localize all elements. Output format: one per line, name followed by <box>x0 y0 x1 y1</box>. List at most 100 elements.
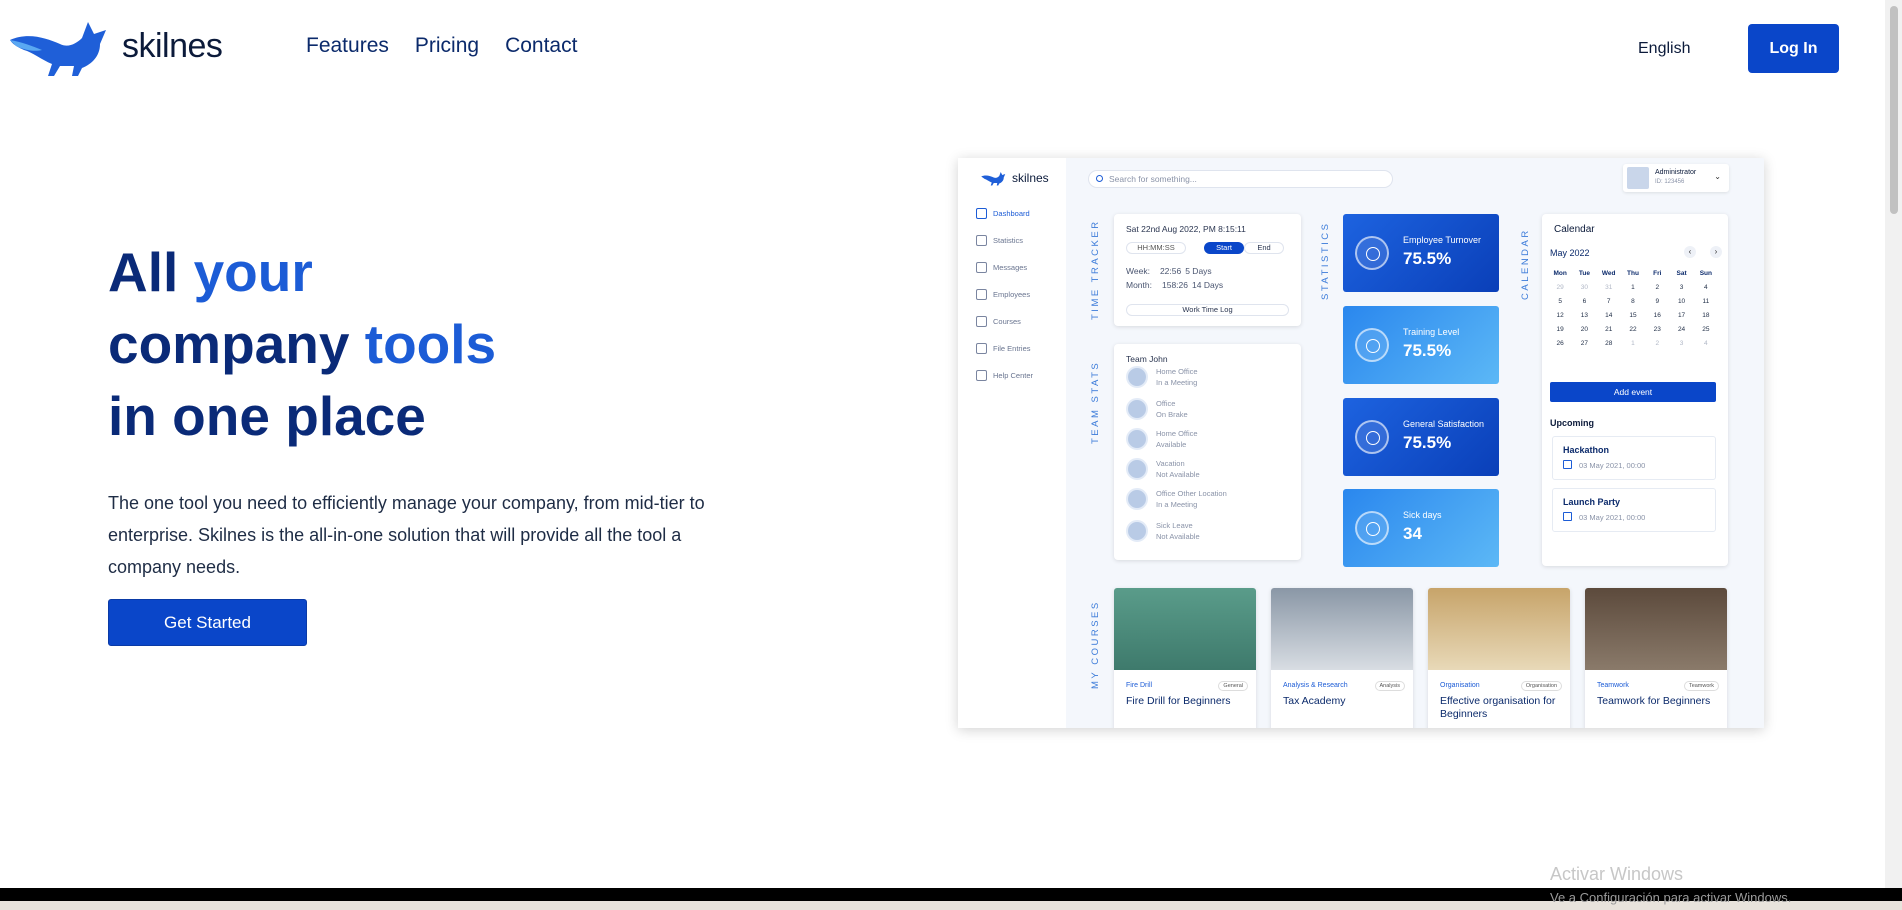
calendar-day[interactable]: 18 <box>1694 312 1718 319</box>
member-place: Office <box>1156 399 1176 408</box>
course-image <box>1428 588 1570 670</box>
hero-title: All your company tools in one place <box>108 236 496 452</box>
calendar-day[interactable]: 5 <box>1548 298 1572 305</box>
mock-search-input[interactable]: Search for something... <box>1088 170 1393 188</box>
team-member[interactable]: Sick Leave Not Available <box>1126 520 1200 542</box>
admin-menu[interactable]: Administrator ID: 123456 ⌄ <box>1623 164 1729 192</box>
activation-watermark-sub: Ve a Configuración para activar Windows. <box>1550 890 1792 905</box>
calendar-day[interactable]: 16 <box>1645 312 1669 319</box>
team-member[interactable]: Office On Brake <box>1126 398 1188 420</box>
calendar-day[interactable]: 26 <box>1548 340 1572 347</box>
sidebar-item-courses[interactable]: Courses <box>976 316 1021 327</box>
get-started-button[interactable]: Get Started <box>108 599 307 646</box>
calendar-day[interactable]: 19 <box>1548 326 1572 333</box>
calendar-day[interactable]: 27 <box>1572 340 1596 347</box>
stat-card[interactable]: Sick days 34 <box>1343 489 1499 567</box>
calendar-title: Calendar <box>1554 224 1595 235</box>
calendar-day[interactable]: 3 <box>1669 340 1693 347</box>
stat-card[interactable]: General Satisfaction 75.5% <box>1343 398 1499 476</box>
calendar-day[interactable]: 21 <box>1597 326 1621 333</box>
team-member[interactable]: Vacation Not Available <box>1126 458 1200 480</box>
calendar-day[interactable]: 10 <box>1669 298 1693 305</box>
login-button[interactable]: Log In <box>1748 24 1839 73</box>
calendar-day[interactable]: 13 <box>1572 312 1596 319</box>
stat-card[interactable]: Employee Turnover 75.5% <box>1343 214 1499 292</box>
calendar-day[interactable]: 24 <box>1669 326 1693 333</box>
month-label: Month: <box>1126 280 1152 290</box>
sidebar-item-file-entries[interactable]: File Entries <box>976 343 1031 354</box>
month-time: 158:26 <box>1162 280 1188 290</box>
nav-contact[interactable]: Contact <box>505 34 577 58</box>
course-card[interactable]: Teamwork Teamwork Teamwork for Beginners <box>1585 588 1727 728</box>
calendar-day[interactable]: 20 <box>1572 326 1596 333</box>
search-placeholder: Search for something... <box>1109 174 1197 184</box>
stat-card[interactable]: Training Level 75.5% <box>1343 306 1499 384</box>
course-card[interactable]: Organisation Organisation Effective organi… <box>1428 588 1570 728</box>
calendar-day[interactable]: 4 <box>1694 284 1718 291</box>
member-place: Home Office <box>1156 429 1198 438</box>
work-time-log-button[interactable]: Work Time Log <box>1126 304 1289 316</box>
statistics-icon <box>976 235 987 246</box>
course-card[interactable]: Analysis & Research Analysis Tax Academy <box>1271 588 1413 728</box>
calendar-day[interactable]: 15 <box>1621 312 1645 319</box>
course-category: Organisation <box>1440 682 1480 689</box>
calendar-day[interactable]: 23 <box>1645 326 1669 333</box>
calendar-day[interactable]: 28 <box>1597 340 1621 347</box>
calendar-day[interactable]: 22 <box>1621 326 1645 333</box>
fox-logo-icon <box>981 172 1006 186</box>
calendar-day[interactable]: 17 <box>1669 312 1693 319</box>
calendar-day[interactable]: 30 <box>1572 284 1596 291</box>
sidebar-item-messages[interactable]: Messages <box>976 262 1027 273</box>
sidebar-item-statistics[interactable]: Statistics <box>976 235 1023 246</box>
sidebar-item-dashboard[interactable]: Dashboard <box>976 208 1030 219</box>
nav-features[interactable]: Features <box>306 34 389 58</box>
calendar-day[interactable]: 7 <box>1597 298 1621 305</box>
course-image <box>1585 588 1727 670</box>
start-button[interactable]: Start <box>1204 242 1244 254</box>
chevron-left-icon[interactable]: ‹ <box>1684 246 1696 258</box>
mock-logo: skilnes <box>980 170 1049 186</box>
course-tag: Analysis <box>1374 681 1405 691</box>
calendar-day[interactable]: 2 <box>1645 340 1669 347</box>
calendar-day[interactable]: 12 <box>1548 312 1572 319</box>
avatar <box>1126 366 1148 388</box>
calendar-day[interactable]: 25 <box>1694 326 1718 333</box>
sidebar-item-employees[interactable]: Employees <box>976 289 1030 300</box>
nav-pricing[interactable]: Pricing <box>415 34 479 58</box>
mock-sidebar: skilnes Dashboard Statistics Messages Em… <box>958 158 1066 728</box>
calendar-day[interactable]: 8 <box>1621 298 1645 305</box>
calendar-day[interactable]: 1 <box>1621 340 1645 347</box>
calendar-day[interactable]: 3 <box>1669 284 1693 291</box>
label-calendar: CALENDAR <box>1520 228 1531 300</box>
search-icon <box>1096 175 1103 182</box>
course-card[interactable]: Fire Drill General Fire Drill for Beginner… <box>1114 588 1256 728</box>
calendar-day[interactable]: 31 <box>1597 284 1621 291</box>
calendar-day[interactable]: 1 <box>1621 284 1645 291</box>
team-member[interactable]: Home Office Available <box>1126 428 1198 450</box>
logo[interactable]: skilnes <box>8 14 223 78</box>
calendar-day[interactable]: 6 <box>1572 298 1596 305</box>
calendar-day[interactable]: 4 <box>1694 340 1718 347</box>
calendar-day[interactable]: 29 <box>1548 284 1572 291</box>
team-member[interactable]: Office Other Location In a Meeting <box>1126 488 1227 510</box>
calendar-day[interactable]: 2 <box>1645 284 1669 291</box>
member-status: Not Available <box>1156 470 1200 479</box>
label-time-tracker: TIME TRACKER <box>1090 219 1101 320</box>
hero-description: The one tool you need to efficiently man… <box>108 493 705 577</box>
team-member[interactable]: Home Office In a Meeting <box>1126 366 1198 388</box>
add-event-button[interactable]: Add event <box>1550 382 1716 402</box>
stat-value: 75.5% <box>1403 433 1452 452</box>
calendar-day[interactable]: 11 <box>1694 298 1718 305</box>
end-button[interactable]: End <box>1244 242 1284 254</box>
event-item[interactable]: Launch Party 03 May 2021, 00:00 <box>1552 488 1716 532</box>
admin-name: Administrator <box>1655 169 1697 176</box>
event-item[interactable]: Hackathon 03 May 2021, 00:00 <box>1552 436 1716 480</box>
scrollbar[interactable] <box>1885 0 1902 888</box>
language-selector[interactable]: English <box>1638 40 1690 58</box>
calendar-day[interactable]: 14 <box>1597 312 1621 319</box>
calendar-day[interactable]: 9 <box>1645 298 1669 305</box>
chevron-right-icon[interactable]: › <box>1710 246 1722 258</box>
time-input[interactable]: HH:MM:SS <box>1126 242 1186 254</box>
sidebar-item-help-center[interactable]: Help Center <box>976 370 1033 381</box>
scrollbar-thumb[interactable] <box>1890 6 1898 214</box>
